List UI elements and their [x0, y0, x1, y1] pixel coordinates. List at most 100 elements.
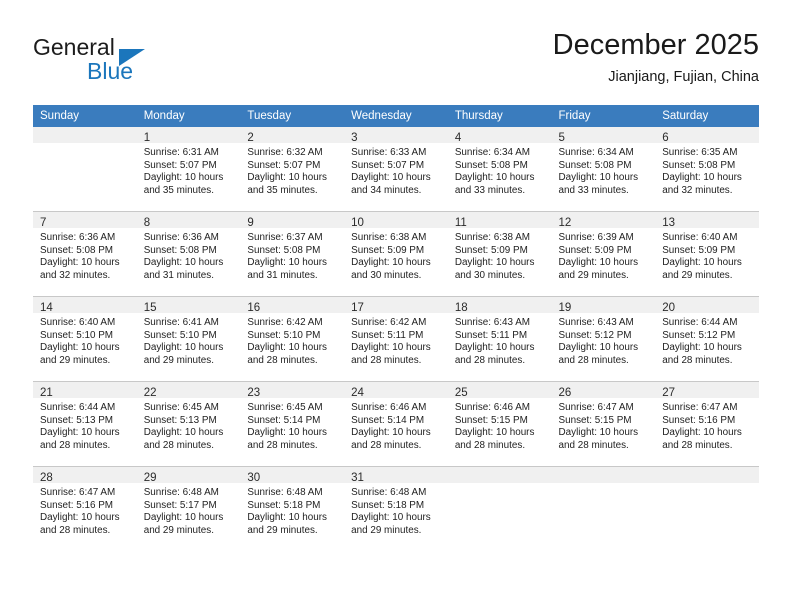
daylight-text: and 34 minutes. — [351, 184, 422, 196]
day-number-band: 13 — [655, 212, 759, 229]
daylight-text: Daylight: 10 hours — [143, 342, 224, 354]
calendar-page: General Blue December 2025 Jianjiang, Fu… — [0, 0, 792, 612]
daylight-text: Daylight: 10 hours — [143, 427, 224, 439]
calendar-day-cell[interactable]: 19 Sunrise: 6:43 AM Sunset: 5:12 PM Dayligh… — [551, 296, 656, 382]
sunrise-text: Sunrise: 6:46 AM — [454, 402, 531, 413]
calendar-day-cell[interactable]: 29 Sunrise: 6:48 AM Sunset: 5:17 PM Dayligh… — [136, 466, 241, 551]
calendar-day-cell[interactable]: 14 Sunrise: 6:40 AM Sunset: 5:10 PM Dayligh… — [33, 296, 137, 382]
daylight-text: Daylight: 10 hours — [558, 342, 639, 354]
day-details: Sunrise: 6:31 AM Sunset: 5:07 PM Daylight:… — [137, 143, 241, 197]
day-number: 29 — [143, 472, 157, 484]
sunset-text: Sunset: 5:08 PM — [454, 159, 528, 171]
calendar-day-cell[interactable]: 20 Sunrise: 6:44 AM Sunset: 5:12 PM Dayligh… — [655, 296, 759, 382]
daylight-text: Daylight: 10 hours — [143, 257, 224, 269]
calendar-day-cell[interactable]: 27 Sunrise: 6:47 AM Sunset: 5:16 PM Dayligh… — [655, 381, 759, 467]
calendar-day-cell[interactable]: 15 Sunrise: 6:41 AM Sunset: 5:10 PM Dayligh… — [136, 296, 241, 382]
day-number-band: 29 — [136, 467, 241, 484]
day-number: 21 — [40, 387, 53, 399]
day-details: Sunrise: 6:34 AM Sunset: 5:08 PM Daylight:… — [448, 143, 552, 197]
day-number-band: 14 — [33, 297, 137, 314]
day-details: Sunrise: 6:47 AM Sunset: 5:16 PM Daylight:… — [655, 398, 759, 452]
daylight-text: and 28 minutes. — [558, 354, 629, 366]
calendar-day-cell[interactable]: 31 Sunrise: 6:48 AM Sunset: 5:18 PM Dayligh… — [344, 466, 448, 551]
calendar-day-cell[interactable]: 3 Sunrise: 6:33 AM Sunset: 5:07 PM Daylight… — [344, 127, 448, 212]
day-number: 3 — [351, 132, 358, 144]
calendar-day-cell[interactable]: 8 Sunrise: 6:36 AM Sunset: 5:08 PM Daylight… — [136, 211, 241, 297]
brand-name-general: General — [33, 34, 115, 60]
calendar-day-cell[interactable]: 16 Sunrise: 6:42 AM Sunset: 5:10 PM Dayligh… — [240, 296, 345, 382]
calendar-day-cell[interactable]: 1 Sunrise: 6:31 AM Sunset: 5:07 PM Daylight… — [136, 127, 241, 212]
sunset-text: Sunset: 5:11 PM — [351, 329, 424, 341]
calendar-day-cell[interactable]: 24 Sunrise: 6:46 AM Sunset: 5:14 PM Dayligh… — [344, 381, 448, 467]
calendar-day-cell[interactable]: 7 Sunrise: 6:36 AM Sunset: 5:08 PM Daylight… — [33, 211, 137, 297]
day-number-band: 8 — [136, 212, 241, 229]
daylight-text: and 28 minutes. — [351, 439, 422, 451]
sunrise-text: Sunrise: 6:40 AM — [40, 317, 116, 328]
day-details: Sunrise: 6:37 AM Sunset: 5:08 PM Daylight:… — [240, 228, 344, 282]
day-details: Sunrise: 6:45 AM Sunset: 5:14 PM Daylight:… — [240, 398, 344, 452]
calendar-day-cell[interactable]: 21 Sunrise: 6:44 AM Sunset: 5:13 PM Dayligh… — [33, 381, 137, 467]
calendar-week-row: 7 Sunrise: 6:36 AM Sunset: 5:08 PM Daylight… — [33, 211, 759, 297]
day-cell-inner: 25 Sunrise: 6:46 AM Sunset: 5:15 PM Dayligh… — [447, 382, 552, 466]
sunrise-text: Sunrise: 6:37 AM — [247, 232, 323, 243]
calendar-day-cell[interactable]: 10 Sunrise: 6:38 AM Sunset: 5:09 PM Dayligh… — [344, 211, 448, 297]
day-details: Sunrise: 6:35 AM Sunset: 5:08 PM Daylight:… — [655, 143, 759, 197]
daylight-text: and 29 minutes. — [662, 269, 733, 281]
daylight-text: Daylight: 10 hours — [40, 512, 120, 524]
sunset-text: Sunset: 5:08 PM — [40, 244, 114, 256]
calendar-day-cell[interactable]: 26 Sunrise: 6:47 AM Sunset: 5:15 PM Dayligh… — [551, 381, 656, 467]
sunrise-text: Sunrise: 6:34 AM — [454, 147, 531, 158]
sunrise-text: Sunrise: 6:43 AM — [558, 317, 634, 328]
day-details: Sunrise: 6:41 AM Sunset: 5:10 PM Daylight:… — [137, 313, 241, 367]
weekday-header-friday: Friday — [551, 105, 656, 127]
day-cell-inner: 17 Sunrise: 6:42 AM Sunset: 5:11 PM Dayligh… — [344, 297, 448, 381]
day-number-band: 15 — [136, 297, 241, 314]
day-number: 17 — [351, 302, 364, 314]
day-number-band: 4 — [447, 127, 552, 144]
day-details: Sunrise: 6:44 AM Sunset: 5:13 PM Daylight:… — [33, 398, 137, 452]
day-details: Sunrise: 6:45 AM Sunset: 5:13 PM Daylight:… — [137, 398, 241, 452]
calendar-day-cell[interactable]: 22 Sunrise: 6:45 AM Sunset: 5:13 PM Dayligh… — [136, 381, 241, 467]
daylight-text: and 29 minutes. — [351, 524, 422, 536]
calendar-day-cell[interactable]: 2 Sunrise: 6:32 AM Sunset: 5:07 PM Daylight… — [240, 127, 345, 212]
day-details: Sunrise: 6:48 AM Sunset: 5:18 PM Daylight:… — [240, 483, 344, 537]
sunrise-text: Sunrise: 6:33 AM — [351, 147, 427, 158]
daylight-text: and 31 minutes. — [247, 269, 318, 281]
calendar-day-cell[interactable]: 6 Sunrise: 6:35 AM Sunset: 5:08 PM Daylight… — [655, 127, 759, 212]
sunset-text: Sunset: 5:10 PM — [40, 329, 114, 341]
day-details: Sunrise: 6:36 AM Sunset: 5:08 PM Daylight:… — [137, 228, 241, 282]
calendar-week-row: 14 Sunrise: 6:40 AM Sunset: 5:10 PM Dayligh… — [33, 296, 759, 382]
day-number: 19 — [558, 302, 572, 314]
day-details: Sunrise: 6:40 AM Sunset: 5:09 PM Daylight:… — [655, 228, 759, 282]
calendar-day-cell[interactable]: 30 Sunrise: 6:48 AM Sunset: 5:18 PM Dayligh… — [240, 466, 345, 551]
calendar-day-cell[interactable]: 4 Sunrise: 6:34 AM Sunset: 5:08 PM Daylight… — [447, 127, 552, 212]
day-number: 15 — [143, 302, 157, 314]
calendar-day-cell[interactable]: 18 Sunrise: 6:43 AM Sunset: 5:11 PM Dayligh… — [447, 296, 552, 382]
daylight-text: and 32 minutes. — [40, 269, 111, 281]
brand-logo[interactable]: General Blue — [33, 34, 273, 92]
calendar-day-cell[interactable]: 17 Sunrise: 6:42 AM Sunset: 5:11 PM Dayligh… — [344, 296, 448, 382]
day-details: Sunrise: 6:39 AM Sunset: 5:09 PM Daylight:… — [552, 228, 656, 282]
daylight-text: and 28 minutes. — [454, 439, 526, 451]
sunrise-text: Sunrise: 6:47 AM — [558, 402, 634, 413]
day-details: Sunrise: 6:42 AM Sunset: 5:10 PM Daylight:… — [240, 313, 344, 367]
calendar-day-cell[interactable]: 5 Sunrise: 6:34 AM Sunset: 5:08 PM Daylight… — [551, 127, 656, 212]
sunrise-text: Sunrise: 6:31 AM — [143, 147, 219, 158]
calendar-day-cell[interactable]: 12 Sunrise: 6:39 AM Sunset: 5:09 PM Dayligh… — [551, 211, 656, 297]
sunrise-text: Sunrise: 6:38 AM — [351, 232, 427, 243]
calendar-day-cell[interactable]: 13 Sunrise: 6:40 AM Sunset: 5:09 PM Dayligh… — [655, 211, 759, 297]
calendar-day-cell[interactable]: 28 Sunrise: 6:47 AM Sunset: 5:16 PM Dayligh… — [33, 466, 137, 551]
daylight-text: and 28 minutes. — [40, 524, 111, 536]
calendar-day-cell[interactable]: 25 Sunrise: 6:46 AM Sunset: 5:15 PM Dayligh… — [447, 381, 552, 467]
calendar-day-cell[interactable]: 11 Sunrise: 6:38 AM Sunset: 5:09 PM Dayligh… — [447, 211, 552, 297]
daylight-text: Daylight: 10 hours — [247, 512, 327, 524]
calendar-day-cell[interactable]: 23 Sunrise: 6:45 AM Sunset: 5:14 PM Dayligh… — [240, 381, 345, 467]
sunset-text: Sunset: 5:09 PM — [454, 244, 528, 256]
calendar-day-cell[interactable]: 9 Sunrise: 6:37 AM Sunset: 5:08 PM Daylight… — [240, 211, 345, 297]
sunset-text: Sunset: 5:08 PM — [143, 244, 217, 256]
sunset-text: Sunset: 5:10 PM — [143, 329, 217, 341]
day-number-band: 2 — [240, 127, 345, 144]
page-header: General Blue December 2025 Jianjiang, Fu… — [33, 28, 759, 96]
day-number-band — [447, 467, 552, 483]
day-cell-inner: 4 Sunrise: 6:34 AM Sunset: 5:08 PM Daylight… — [447, 127, 552, 211]
